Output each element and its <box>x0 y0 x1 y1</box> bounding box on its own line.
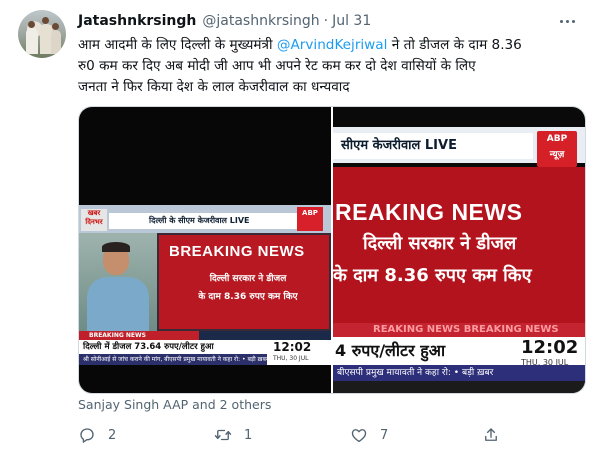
channel-logo: खबर दिनभर <box>81 209 107 231</box>
retweet-icon <box>214 426 232 444</box>
news-ticker: बीएसपी प्रमुख मायावती ने कहा रो: • बड़ी … <box>333 365 585 381</box>
tweet-date[interactable]: Jul 31 <box>332 13 371 29</box>
headline-line-2: के दाम 8.36 रुपए कम किए <box>198 292 298 302</box>
headline-line-1: दिल्ली सरकार ने डीजल <box>363 233 517 254</box>
diesel-price-strip: दिल्ली में डीजल 73.64 रुपए/लीटर हुआ <box>79 340 267 354</box>
clock: 12:02 THU, 30 JUL <box>267 340 331 365</box>
share-icon <box>482 426 500 444</box>
tweet-text-line-2: रु0 कम कर दिए अब मोदी जी आप भी अपने रेट … <box>78 58 476 74</box>
retweet-button[interactable]: 1 <box>214 424 252 446</box>
clock-time: 12:02 <box>521 337 579 358</box>
retweet-count: 1 <box>244 427 253 443</box>
person-image <box>79 233 157 331</box>
breaking-news-title: BREAKING NEWS <box>169 243 305 260</box>
like-count: 7 <box>380 427 389 443</box>
breaking-news-panel: BREAKING NEWS दिल्ली सरकार ने डीजल के दा… <box>159 235 329 329</box>
abp-logo: ABP <box>297 207 323 231</box>
liked-by-text[interactable]: Sanjay Singh AAP and 2 others <box>78 397 271 412</box>
live-strip: सीएम केजरीवाल LIVE <box>333 133 533 159</box>
tweet-header: Jatashnkrsingh @jatashnkrsingh · Jul 31 <box>78 10 371 32</box>
breaking-news-strip: REAKING NEWS BREAKING NEWS <box>333 323 585 337</box>
tweet-actions: 2 1 7 <box>78 424 578 446</box>
tweet-media: खबर दिनभर दिल्ली के सीएम केजरीवाल LIVE A… <box>78 106 586 394</box>
breaking-news-title: REAKING NEWS <box>335 199 523 225</box>
media-image-left[interactable]: खबर दिनभर दिल्ली के सीएम केजरीवाल LIVE A… <box>79 107 331 393</box>
headline-line-2: के दाम 8.36 रुपए कम किए <box>333 265 532 286</box>
tv-screen-left: खबर दिनभर दिल्ली के सीएम केजरीवाल LIVE A… <box>79 205 331 365</box>
reply-count: 2 <box>108 427 117 443</box>
reply-icon <box>78 426 96 444</box>
tweet-text-line-3: जनता ने फिर किया देश के लाल केजरीवाल का … <box>78 79 350 95</box>
clock-time: 12:02 <box>273 340 312 354</box>
mention-link[interactable]: @ArvindKejriwal <box>277 37 388 53</box>
media-image-right[interactable]: सीएम केजरीवाल LIVE ABP न्यूज़ REAKING NE… <box>333 107 585 393</box>
tweet-text: आम आदमी के लिए दिल्ली के मुख्यमंत्री @Ar… <box>78 35 578 98</box>
tweet-text-line-1: आम आदमी के लिए दिल्ली के मुख्यमंत्री @Ar… <box>78 37 522 53</box>
headline-line-1: दिल्ली सरकार ने डीजल <box>209 274 287 284</box>
breaking-news-strip: BREAKING NEWS <box>79 331 199 340</box>
clock-date: THU, 30 JUL <box>273 355 309 362</box>
reply-button[interactable]: 2 <box>78 424 116 446</box>
breaking-news-panel: REAKING NEWS दिल्ली सरकार ने डीजल के दाम… <box>333 167 585 342</box>
display-name[interactable]: Jatashnkrsingh <box>78 13 196 29</box>
live-strip: दिल्ली के सीएम केजरीवाल LIVE <box>109 213 323 229</box>
news-ticker: श्री सोनीआई से जांच कराने की मांग, बीएसप… <box>79 354 267 365</box>
avatar[interactable] <box>18 10 66 58</box>
header-separator: · <box>323 13 329 29</box>
abp-logo: ABP न्यूज़ <box>537 131 577 167</box>
user-handle[interactable]: @jatashnkrsingh <box>202 13 319 29</box>
like-icon <box>350 426 368 444</box>
diesel-price-strip: 4 रुपए/लीटर हुआ <box>333 337 513 365</box>
share-button[interactable] <box>482 424 500 446</box>
more-icon[interactable] <box>555 12 579 30</box>
like-button[interactable]: 7 <box>350 424 388 446</box>
